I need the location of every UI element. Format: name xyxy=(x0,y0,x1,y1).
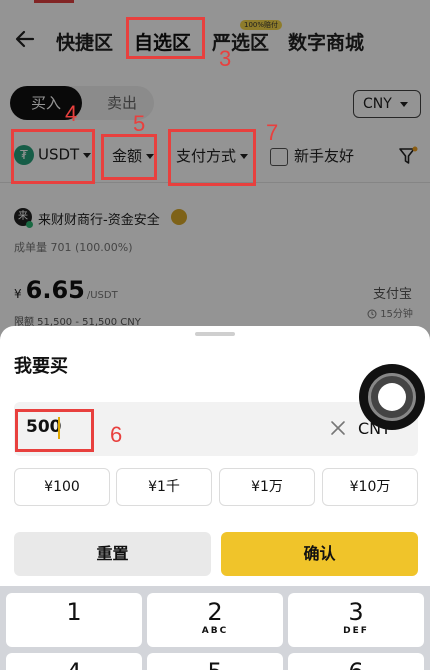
key-2-letters: ABC xyxy=(201,626,229,636)
currency-select[interactable]: CNY xyxy=(353,90,421,118)
annotation-number: 3 xyxy=(219,46,232,71)
key-1[interactable]: 1 xyxy=(6,593,142,647)
newbie-checkbox-label[interactable]: 新手友好 xyxy=(294,145,354,166)
key-3-digit: 3 xyxy=(348,598,364,626)
key-4[interactable]: 4 xyxy=(6,653,142,670)
merchant-stats: 成单量 701 (100.00%) xyxy=(14,241,133,254)
annotation-box-coin-filter xyxy=(11,129,95,184)
clear-icon[interactable] xyxy=(328,418,348,438)
quick-amount-1k[interactable]: ¥1千 xyxy=(116,468,212,506)
key-3-letters: DEF xyxy=(343,626,369,636)
strict-badge: 100%赔付 xyxy=(240,20,283,30)
price-unit: /USDT xyxy=(86,290,118,301)
key-4-digit: 4 xyxy=(6,653,142,670)
annotation-box-payment-filter xyxy=(168,129,256,186)
clock-icon xyxy=(367,309,377,319)
annotation-number: 5 xyxy=(133,111,146,136)
quick-amount-10k[interactable]: ¥1万 xyxy=(219,468,315,506)
confirm-button[interactable]: 确认 xyxy=(221,532,418,576)
key-1-digit: 1 xyxy=(66,598,82,626)
annotation-box-custom-tab xyxy=(126,17,205,59)
quick-amount-100[interactable]: ¥100 xyxy=(14,468,110,506)
assistive-touch-core xyxy=(378,383,406,411)
key-6-digit: 6 xyxy=(288,653,424,670)
key-5[interactable]: 5 xyxy=(147,653,283,670)
top-nav: 快捷区 自选区 严选区 100%赔付 数字商城 xyxy=(0,0,430,78)
currency-symbol: ¥ xyxy=(14,287,22,301)
merchant-name[interactable]: 来财财商行-资金安全 xyxy=(38,209,160,228)
price-row: ¥6.65/USDT xyxy=(14,276,118,304)
assistive-touch-ring xyxy=(368,373,416,421)
reset-button[interactable]: 重置 xyxy=(14,532,211,576)
annotation-number: 7 xyxy=(266,120,279,145)
annotation-number: 4 xyxy=(65,101,78,126)
quick-amount-100k[interactable]: ¥10万 xyxy=(322,468,418,506)
back-arrow-icon[interactable] xyxy=(12,26,38,52)
key-2-digit: 2 xyxy=(207,598,223,626)
sheet-title: 我要买 xyxy=(14,356,68,377)
key-2[interactable]: 2 ABC xyxy=(147,593,283,647)
time-limit: 15分钟 xyxy=(367,305,413,320)
key-6[interactable]: 6 xyxy=(288,653,424,670)
annotation-box-amount-input xyxy=(15,409,94,452)
newbie-checkbox[interactable] xyxy=(270,148,288,166)
online-status-dot xyxy=(26,221,33,228)
tab-digital-mall[interactable]: 数字商城 xyxy=(288,28,364,55)
filter-icon[interactable] xyxy=(398,146,418,166)
annotation-number: 6 xyxy=(110,422,123,447)
annotation-box-amount-filter xyxy=(101,134,157,180)
numeric-keypad: 1 2 ABC 3 DEF 4 5 6 xyxy=(0,586,430,670)
top-accent-line xyxy=(34,0,74,3)
key-3[interactable]: 3 DEF xyxy=(288,593,424,647)
currency-select-label: CNY xyxy=(363,96,392,112)
medal-icon xyxy=(171,209,187,225)
assistive-touch-button[interactable] xyxy=(359,364,425,430)
key-5-digit: 5 xyxy=(147,653,283,670)
drag-handle[interactable] xyxy=(195,332,235,336)
time-limit-label: 15分钟 xyxy=(380,309,413,320)
chevron-down-icon xyxy=(399,101,408,107)
price-value: 6.65 xyxy=(25,276,85,304)
tab-quick[interactable]: 快捷区 xyxy=(56,28,113,55)
payment-method: 支付宝 xyxy=(373,287,413,302)
